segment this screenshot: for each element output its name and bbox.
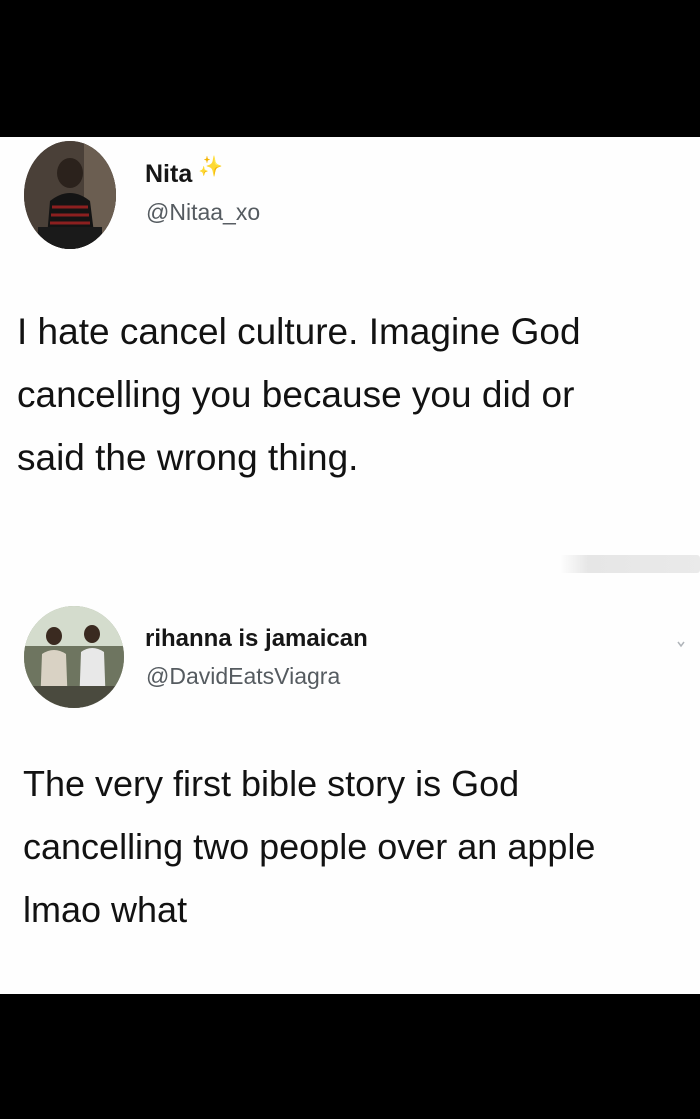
sparkle-icon: ✨ — [198, 156, 224, 178]
avatar[interactable] — [24, 606, 124, 708]
chevron-down-icon[interactable] — [676, 636, 686, 648]
watermark — [560, 555, 700, 573]
avatar[interactable] — [24, 141, 116, 249]
tweet-text: I hate cancel culture. Imagine God cance… — [17, 311, 581, 478]
display-name[interactable]: rihanna is jamaican — [145, 625, 368, 653]
bottom-black-band — [0, 994, 700, 1119]
user-handle[interactable]: @Nitaa_xo — [146, 199, 260, 226]
user-handle[interactable]: @DavidEatsViagra — [146, 663, 340, 690]
top-black-band — [0, 0, 700, 137]
display-name-text: Nita — [145, 160, 193, 188]
display-name[interactable]: Nita ✨ — [145, 156, 223, 189]
tweet-text: The very first bible story is God cancel… — [23, 763, 596, 930]
